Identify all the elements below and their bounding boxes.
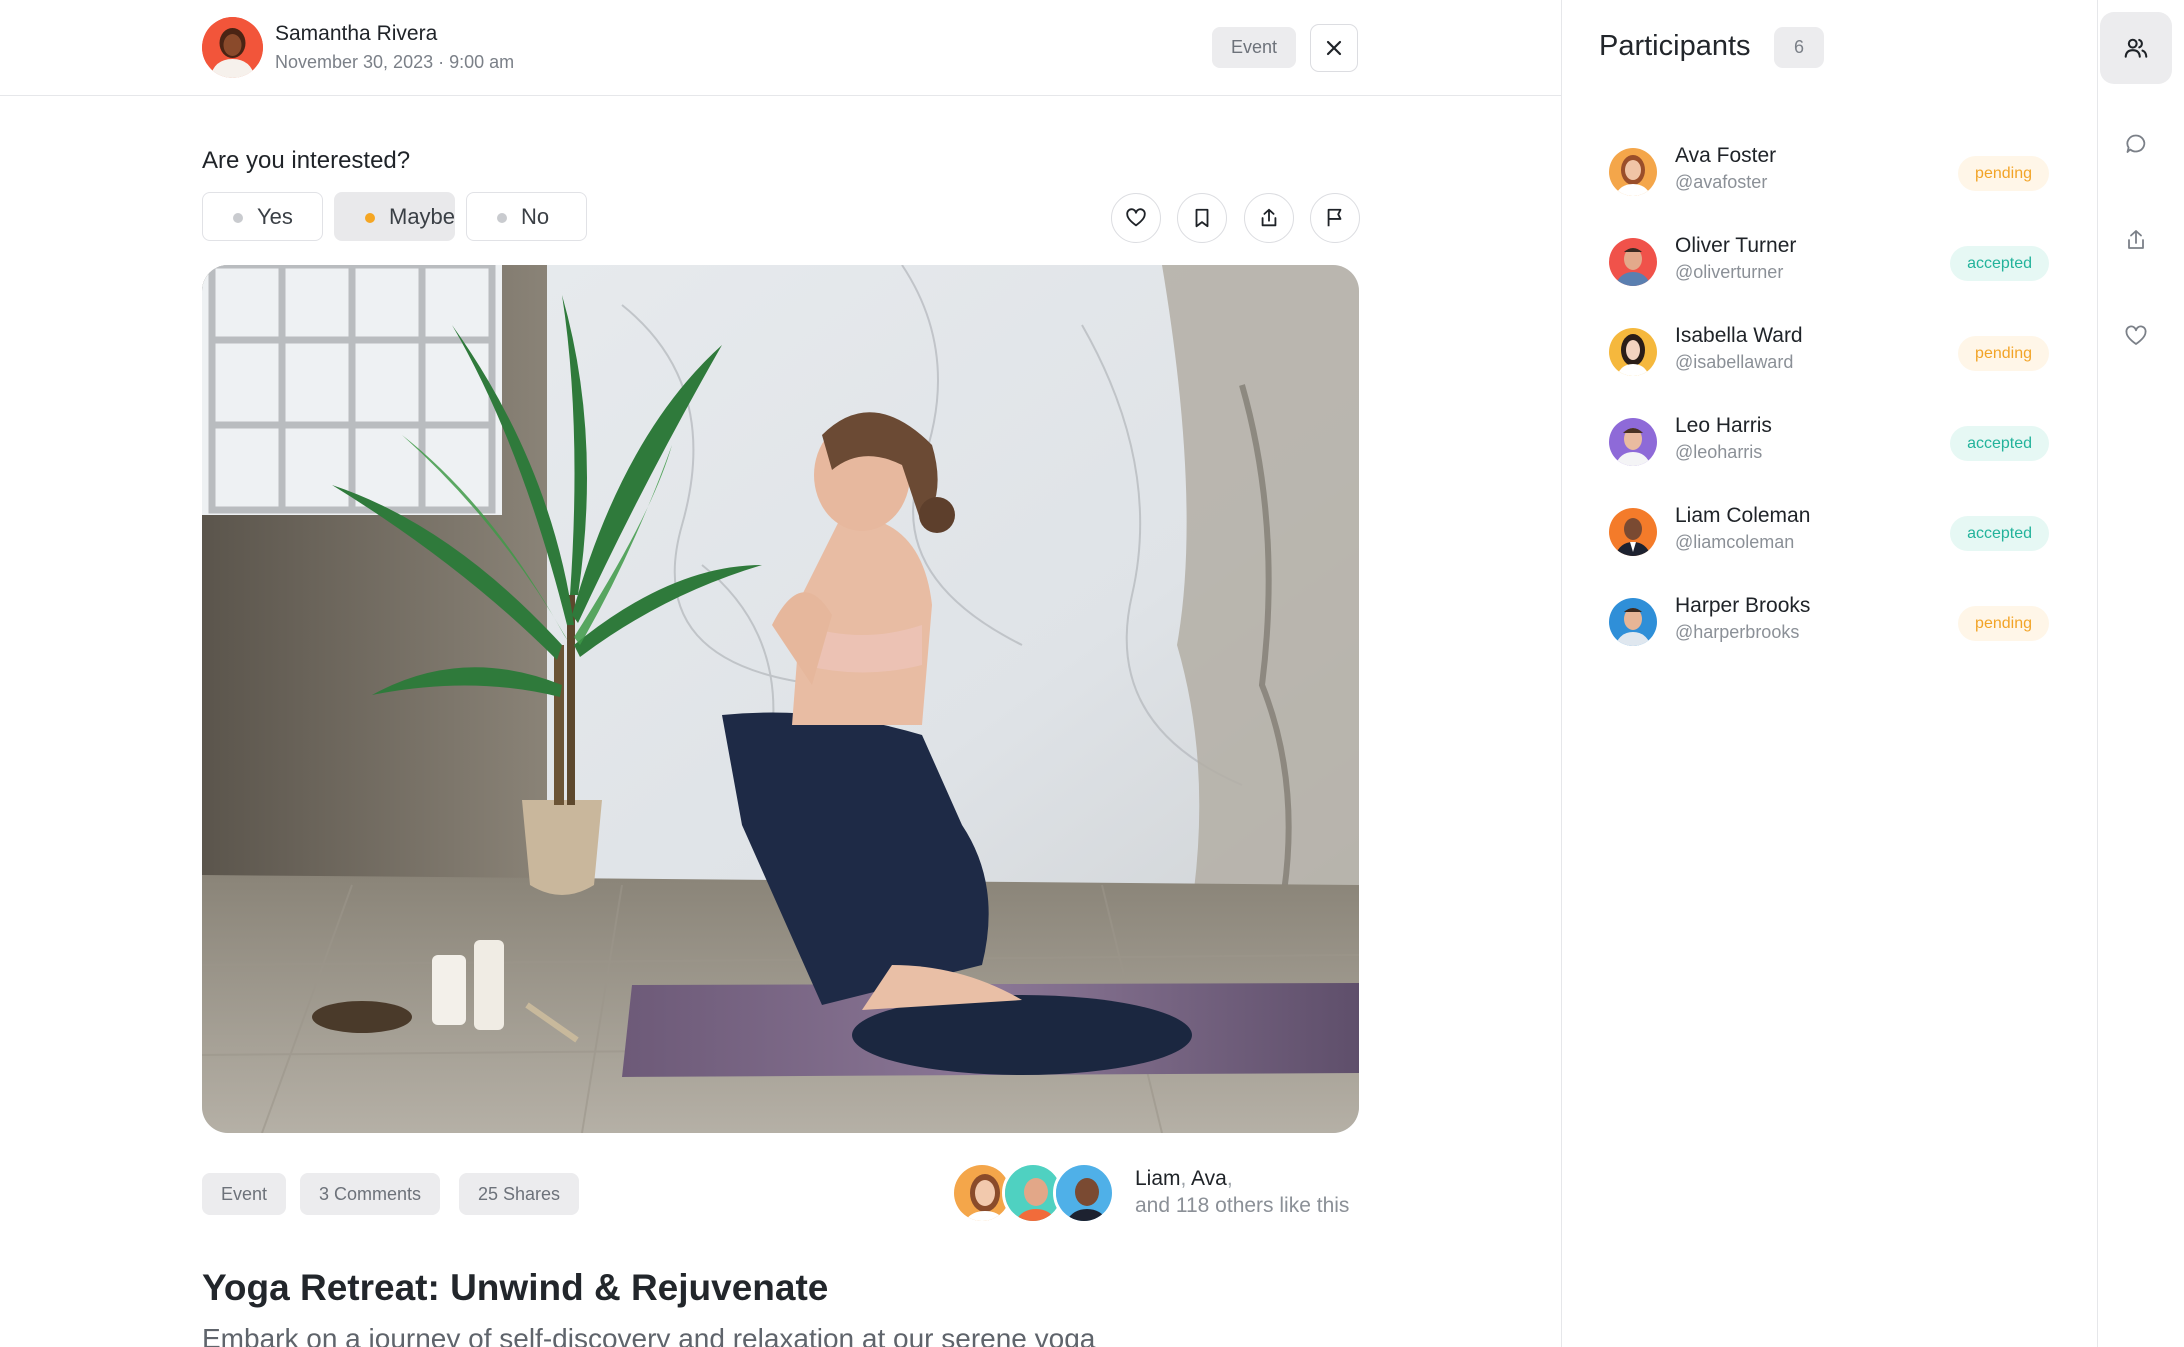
liker-name: Ava xyxy=(1191,1167,1227,1190)
post-date: November 30, 2023 · 9:00 am xyxy=(275,52,515,72)
participant-name: Liam Coleman xyxy=(1675,504,1811,527)
participant-avatar xyxy=(1609,328,1657,376)
heart-icon xyxy=(1126,208,1146,227)
participant-handle: @leoharris xyxy=(1675,442,1763,462)
participants-tab[interactable] xyxy=(2100,12,2172,84)
side-rail xyxy=(2098,0,2184,1347)
report-button[interactable] xyxy=(1310,193,1360,243)
status-badge: pending xyxy=(1958,606,2049,641)
event-post: Samantha Rivera November 30, 2023 · 9:00… xyxy=(0,0,1562,1347)
participant-avatar xyxy=(1609,418,1657,466)
event-image xyxy=(202,265,1359,1133)
share-icon xyxy=(1261,208,1277,227)
likes-names[interactable]: Liam, Ava, xyxy=(1135,1167,1233,1191)
favorites-tab[interactable] xyxy=(2100,300,2172,372)
close-button[interactable] xyxy=(1310,24,1358,72)
share-button[interactable] xyxy=(1244,193,1294,243)
status-badge: accepted xyxy=(1950,426,2049,461)
heart-icon xyxy=(2125,325,2147,345)
event-title: Yoga Retreat: Unwind & Rejuvenate xyxy=(202,1267,829,1308)
participant-row[interactable]: Liam Coleman @liamcoleman accepted xyxy=(1609,501,2049,561)
participant-handle: @isabellaward xyxy=(1675,352,1794,372)
participant-name: Ava Foster xyxy=(1675,144,1777,167)
bookmark-icon xyxy=(1195,208,1209,228)
participant-handle: @liamcoleman xyxy=(1675,532,1795,552)
status-badge: pending xyxy=(1958,336,2049,371)
flag-icon xyxy=(1327,208,1342,227)
participant-avatar xyxy=(1609,508,1657,556)
participants-title: Participants xyxy=(1599,30,1751,62)
rsvp-yes-button[interactable]: Yes xyxy=(202,192,323,241)
rsvp-maybe-button[interactable]: Maybe xyxy=(334,192,455,241)
participant-row[interactable]: Leo Harris @leoharris accepted xyxy=(1609,411,2049,471)
participant-handle: @avafoster xyxy=(1675,172,1768,192)
participant-avatar xyxy=(1609,238,1657,286)
post-header: Samantha Rivera November 30, 2023 · 9:00… xyxy=(0,0,1561,96)
app: Samantha Rivera November 30, 2023 · 9:00… xyxy=(0,0,2184,1347)
event-description: Embark on a journey of self-discovery an… xyxy=(202,1323,1096,1347)
event-tag[interactable]: Event xyxy=(202,1173,287,1215)
close-icon xyxy=(1326,40,1342,56)
share-tab[interactable] xyxy=(2100,204,2172,276)
participant-avatar xyxy=(1609,148,1657,196)
rsvp-no-button[interactable]: No xyxy=(466,192,587,241)
participant-row[interactable]: Isabella Ward @isabellaward pending xyxy=(1609,321,2049,381)
participant-row[interactable]: Oliver Turner @oliverturner accepted xyxy=(1609,231,2049,291)
liker-avatar[interactable] xyxy=(1053,1162,1115,1224)
rsvp-label: No xyxy=(521,203,550,229)
participants-count: 6 xyxy=(1774,27,1824,68)
participant-handle: @oliverturner xyxy=(1675,262,1784,282)
author-avatar[interactable] xyxy=(202,17,263,78)
bookmark-button[interactable] xyxy=(1177,193,1227,243)
participant-name: Oliver Turner xyxy=(1675,234,1797,257)
users-icon xyxy=(2124,38,2148,58)
participant-row[interactable]: Ava Foster @avafoster pending xyxy=(1609,141,2049,201)
post-type-tag: Event xyxy=(1212,27,1297,68)
participants-panel: Participants 6 Ava Foster @avafoster pen… xyxy=(1562,0,2098,1347)
rsvp-question: Are you interested? xyxy=(202,147,411,174)
liker-name: Liam xyxy=(1135,1167,1181,1190)
shares-count[interactable]: 25 Shares xyxy=(459,1173,580,1215)
share-icon xyxy=(2128,230,2144,249)
status-badge: accepted xyxy=(1950,246,2049,281)
participant-row[interactable]: Harper Brooks @harperbrooks pending xyxy=(1609,591,2049,651)
rsvp-label: Yes xyxy=(257,203,293,229)
like-button[interactable] xyxy=(1111,193,1161,243)
participant-name: Harper Brooks xyxy=(1675,594,1811,617)
author-name[interactable]: Samantha Rivera xyxy=(275,22,437,46)
participant-name: Leo Harris xyxy=(1675,414,1772,437)
status-dot-icon xyxy=(365,213,375,223)
participant-handle: @harperbrooks xyxy=(1675,622,1800,642)
comments-tab[interactable] xyxy=(2100,108,2172,180)
comments-count[interactable]: 3 Comments xyxy=(300,1173,441,1215)
status-badge: accepted xyxy=(1950,516,2049,551)
participant-avatar xyxy=(1609,598,1657,646)
rsvp-label: Maybe xyxy=(389,203,456,229)
status-badge: pending xyxy=(1958,156,2049,191)
status-dot-icon xyxy=(233,213,243,223)
likes-others[interactable]: and 118 others like this xyxy=(1135,1194,1349,1218)
chat-icon xyxy=(2126,134,2146,153)
status-dot-icon xyxy=(497,213,507,223)
participant-name: Isabella Ward xyxy=(1675,324,1803,347)
